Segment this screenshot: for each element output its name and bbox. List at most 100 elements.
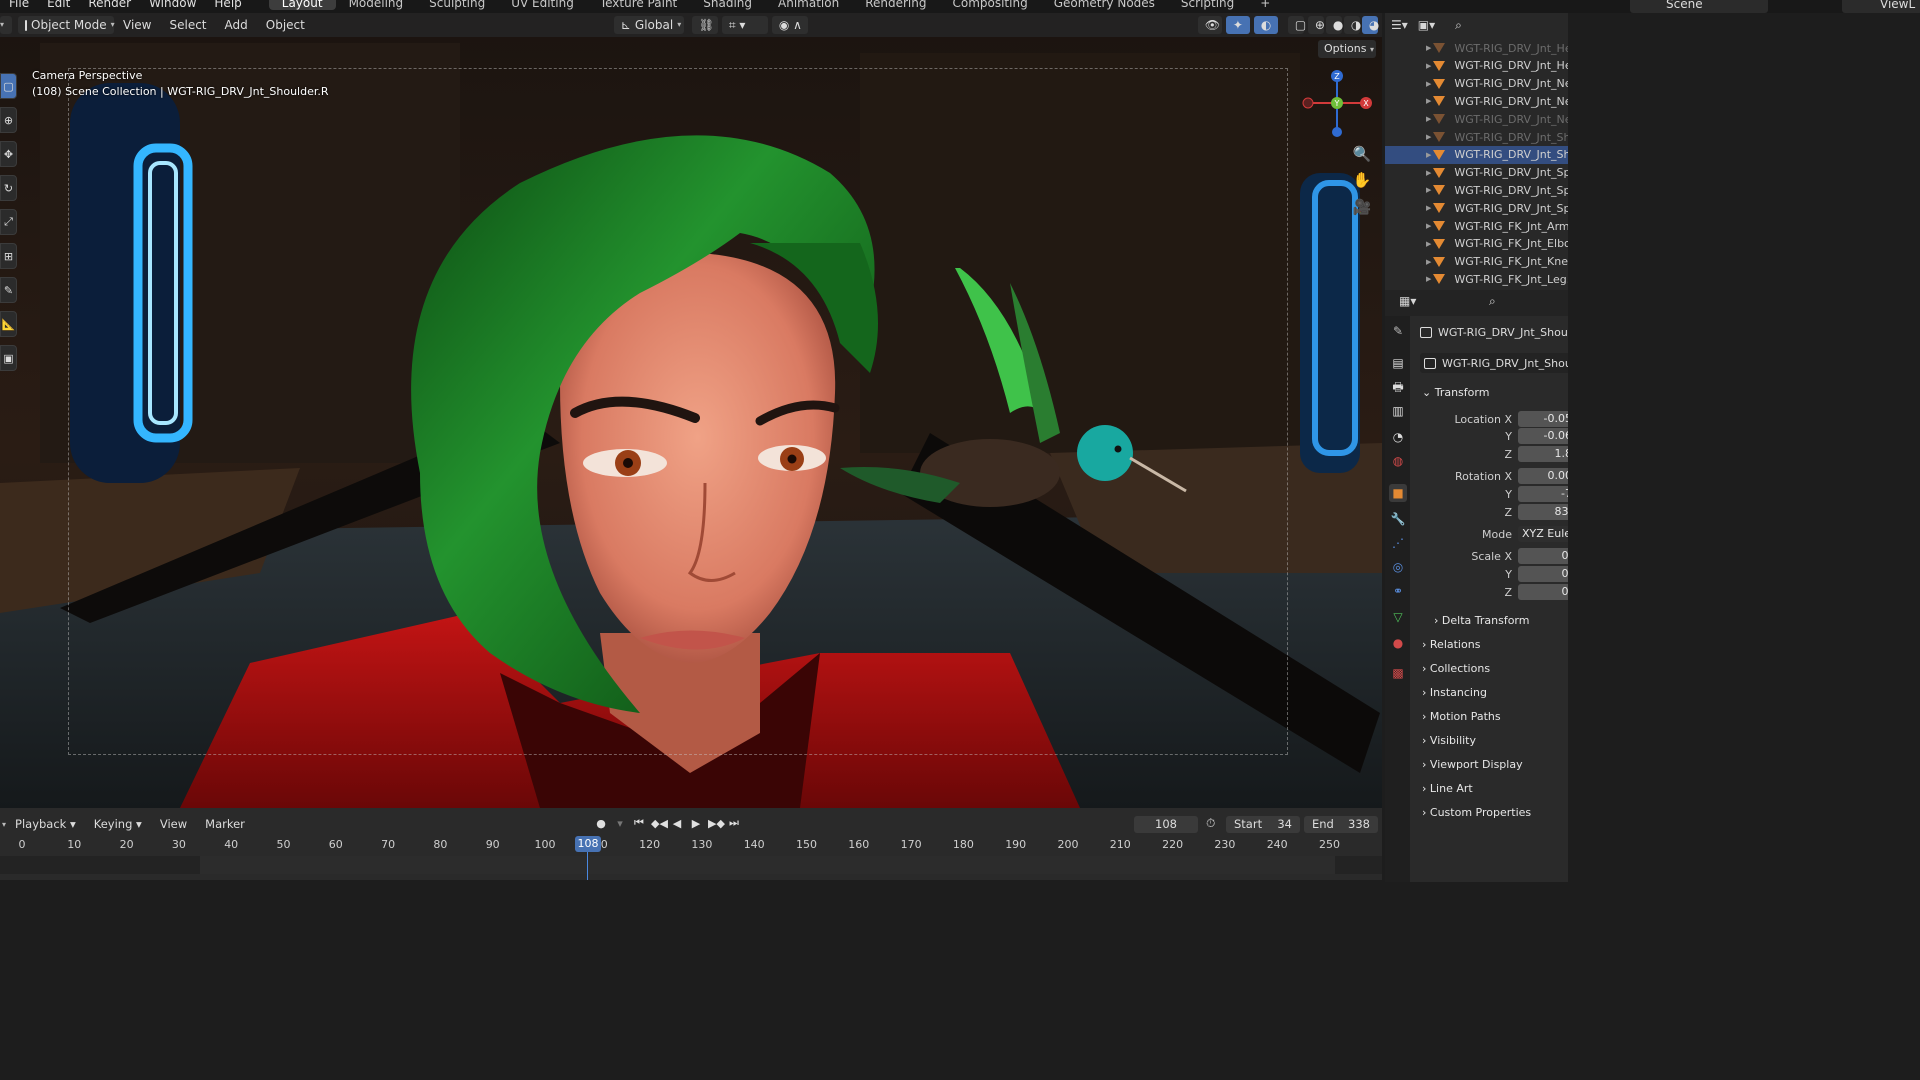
collapsed-panel-header[interactable]: › Relations bbox=[1422, 638, 1480, 651]
scale-x-field[interactable]: 0. bbox=[1518, 548, 1568, 564]
overlays-button[interactable]: ◐ bbox=[1253, 16, 1278, 34]
outliner-row[interactable]: ▶ WGT-RIG_DRV_Jnt_Nec bbox=[1385, 75, 1568, 93]
material-tab-icon[interactable]: ● bbox=[1389, 634, 1407, 652]
menu-render[interactable]: Render bbox=[79, 0, 140, 10]
collapsed-panel-header[interactable]: › Custom Properties bbox=[1422, 806, 1531, 819]
expand-arrow-icon[interactable]: ▶ bbox=[1426, 275, 1431, 283]
menu-window[interactable]: Window bbox=[140, 0, 205, 10]
play-reverse-icon[interactable]: ◀ bbox=[670, 817, 684, 830]
mode-selector[interactable]: Object Mode ▾ bbox=[18, 16, 115, 34]
editor-type-icon[interactable]: ▦▾ bbox=[1399, 294, 1416, 308]
xray-button[interactable]: ▢ bbox=[1287, 16, 1306, 34]
location-z-field[interactable]: 1.8 bbox=[1518, 446, 1568, 462]
outliner-row[interactable]: ▶ WGT-RIG_FK_Jnt_Knee. bbox=[1385, 253, 1568, 271]
editor-type-icon[interactable]: ☰▾ bbox=[1391, 18, 1408, 32]
menu-select[interactable]: Select bbox=[160, 18, 215, 32]
tab-compositing[interactable]: Compositing bbox=[939, 0, 1040, 10]
frame-ruler[interactable]: 0102030405060708090100110120130140150160… bbox=[0, 838, 1382, 856]
menu-keying[interactable]: Keying ▾ bbox=[85, 817, 151, 831]
gizmo-toggle-button[interactable]: ✦ bbox=[1225, 16, 1250, 34]
object-name-field[interactable]: WGT-RIG_DRV_Jnt_Shou bbox=[1420, 353, 1568, 373]
collapsed-panel-header[interactable]: › Collections bbox=[1422, 662, 1490, 675]
outliner-row[interactable]: ▶ WGT-RIG_DRV_Jnt_Spi bbox=[1385, 181, 1568, 199]
shading-wireframe-button[interactable]: ⊕ bbox=[1307, 16, 1325, 34]
shading-solid-button[interactable]: ● bbox=[1325, 16, 1343, 34]
pan-hand-icon[interactable]: ✋ bbox=[1352, 171, 1372, 191]
outliner-row[interactable]: ▶ WGT-RIG_FK_Jnt_Elbow bbox=[1385, 235, 1568, 253]
outliner-row[interactable]: ▶ WGT-RIG_FK_Jnt_Leg.L bbox=[1385, 270, 1568, 288]
annotate-tool[interactable]: ✎ bbox=[0, 277, 17, 303]
rotation-mode-select[interactable]: XYZ Euler bbox=[1518, 526, 1568, 542]
expand-arrow-icon[interactable]: ▶ bbox=[1426, 258, 1431, 266]
end-frame-field[interactable]: End 338 bbox=[1304, 816, 1378, 833]
data-tab-icon[interactable]: ▽ bbox=[1389, 608, 1407, 626]
tab-modeling[interactable]: Modeling bbox=[336, 0, 417, 10]
search-icon[interactable]: ⌕ bbox=[1455, 18, 1462, 33]
menu-add[interactable]: Add bbox=[216, 18, 257, 32]
menu-timeline-view[interactable]: View bbox=[151, 817, 196, 831]
jump-start-icon[interactable]: ⏮ bbox=[632, 816, 646, 830]
playhead-line[interactable] bbox=[587, 852, 588, 880]
outliner-row[interactable]: ▶ WGT-RIG_FK_Jnt_Arm.L bbox=[1385, 217, 1568, 235]
location-y-field[interactable]: -0.06 bbox=[1518, 428, 1568, 444]
menu-marker[interactable]: Marker bbox=[196, 817, 254, 831]
zoom-icon[interactable]: 🔍 bbox=[1352, 145, 1372, 165]
pivot-point-button[interactable]: ⛓ bbox=[691, 16, 718, 34]
search-icon[interactable]: ⌕ bbox=[1489, 294, 1496, 309]
rotation-y-field[interactable]: -7 bbox=[1518, 486, 1568, 502]
tab-layout[interactable]: Layout bbox=[268, 0, 336, 10]
stopwatch-icon[interactable]: ⏱ bbox=[1206, 816, 1215, 831]
particles-tab-icon[interactable]: ⋰ bbox=[1389, 534, 1407, 552]
prev-keyframe-icon[interactable]: ◆◀ bbox=[651, 817, 668, 830]
tool-tab-icon[interactable]: ✎ bbox=[1389, 322, 1407, 340]
constraints-tab-icon[interactable]: ⚭ bbox=[1389, 582, 1407, 600]
outliner-row[interactable]: ▶ WGT-RIG_DRV_Jnt_Nec bbox=[1385, 92, 1568, 110]
transform-tool[interactable]: ⊞ bbox=[0, 243, 17, 269]
move-tool[interactable]: ✥ bbox=[0, 141, 17, 167]
menu-object[interactable]: Object bbox=[257, 18, 314, 32]
navigation-gizmo[interactable]: Z Y X bbox=[1300, 68, 1375, 148]
current-frame-field[interactable]: 108 bbox=[1134, 816, 1198, 833]
scale-y-field[interactable]: 0. bbox=[1518, 566, 1568, 582]
view-layer-tab-icon[interactable]: ▥ bbox=[1389, 402, 1407, 420]
rotation-z-field[interactable]: 83. bbox=[1518, 504, 1568, 520]
collapsed-panel-header[interactable]: › Line Art bbox=[1422, 782, 1473, 795]
tab-geometry-nodes[interactable]: Geometry Nodes bbox=[1041, 0, 1168, 10]
rotate-tool[interactable]: ↻ bbox=[0, 175, 17, 201]
scene-selector[interactable]: Scene bbox=[1630, 0, 1768, 13]
proportional-edit-button[interactable]: ◉ ∧ bbox=[771, 16, 808, 34]
delta-transform-panel[interactable]: › Delta Transform bbox=[1434, 614, 1529, 627]
start-frame-field[interactable]: Start 34 bbox=[1226, 816, 1300, 833]
cursor-tool[interactable]: ⊕ bbox=[0, 107, 17, 133]
expand-arrow-icon[interactable]: ▶ bbox=[1426, 222, 1431, 230]
menu-help[interactable]: Help bbox=[205, 0, 250, 10]
add-cube-tool[interactable]: ▣ bbox=[0, 345, 17, 371]
next-keyframe-icon[interactable]: ▶◆ bbox=[708, 817, 725, 830]
outliner-row[interactable]: ▶ WGT-RIG_DRV_Jnt_Spi bbox=[1385, 199, 1568, 217]
expand-arrow-icon[interactable]: ▶ bbox=[1426, 240, 1431, 248]
tab-shading[interactable]: Shading bbox=[690, 0, 765, 10]
menu-file[interactable]: File bbox=[0, 0, 38, 10]
view-layer-selector[interactable]: ViewL bbox=[1842, 0, 1920, 13]
tab-uv-editing[interactable]: UV Editing bbox=[498, 0, 587, 10]
menu-view[interactable]: View bbox=[114, 18, 160, 32]
visibility-button[interactable]: 👁 bbox=[1197, 16, 1222, 34]
expand-arrow-icon[interactable]: ▶ bbox=[1426, 44, 1431, 52]
shading-rendered-button[interactable]: ◕ bbox=[1361, 16, 1379, 34]
snap-button[interactable]: ⌗ ▾ bbox=[721, 16, 768, 34]
tab-animation[interactable]: Animation bbox=[765, 0, 852, 10]
menu-edit[interactable]: Edit bbox=[38, 0, 79, 10]
expand-arrow-icon[interactable]: ▶ bbox=[1426, 97, 1431, 105]
scale-tool[interactable]: ⤢ bbox=[0, 209, 17, 235]
camera-view-icon[interactable]: 🎥 bbox=[1352, 198, 1372, 218]
object-tab-icon[interactable]: ■ bbox=[1389, 484, 1407, 502]
select-box-tool[interactable]: ▢ bbox=[0, 73, 17, 99]
display-mode-icon[interactable]: ▣▾ bbox=[1418, 18, 1435, 32]
add-workspace-button[interactable]: + bbox=[1247, 0, 1283, 10]
transform-panel-header[interactable]: ⌄ Transform bbox=[1422, 386, 1489, 399]
outliner-row[interactable]: ▶ WGT-RIG_DRV_Jnt_Spi bbox=[1385, 164, 1568, 182]
editor-type-button[interactable]: ▾ bbox=[0, 16, 12, 34]
tab-rendering[interactable]: Rendering bbox=[852, 0, 939, 10]
expand-arrow-icon[interactable]: ▶ bbox=[1426, 169, 1431, 177]
options-button[interactable]: Options ▾ bbox=[1318, 40, 1376, 58]
